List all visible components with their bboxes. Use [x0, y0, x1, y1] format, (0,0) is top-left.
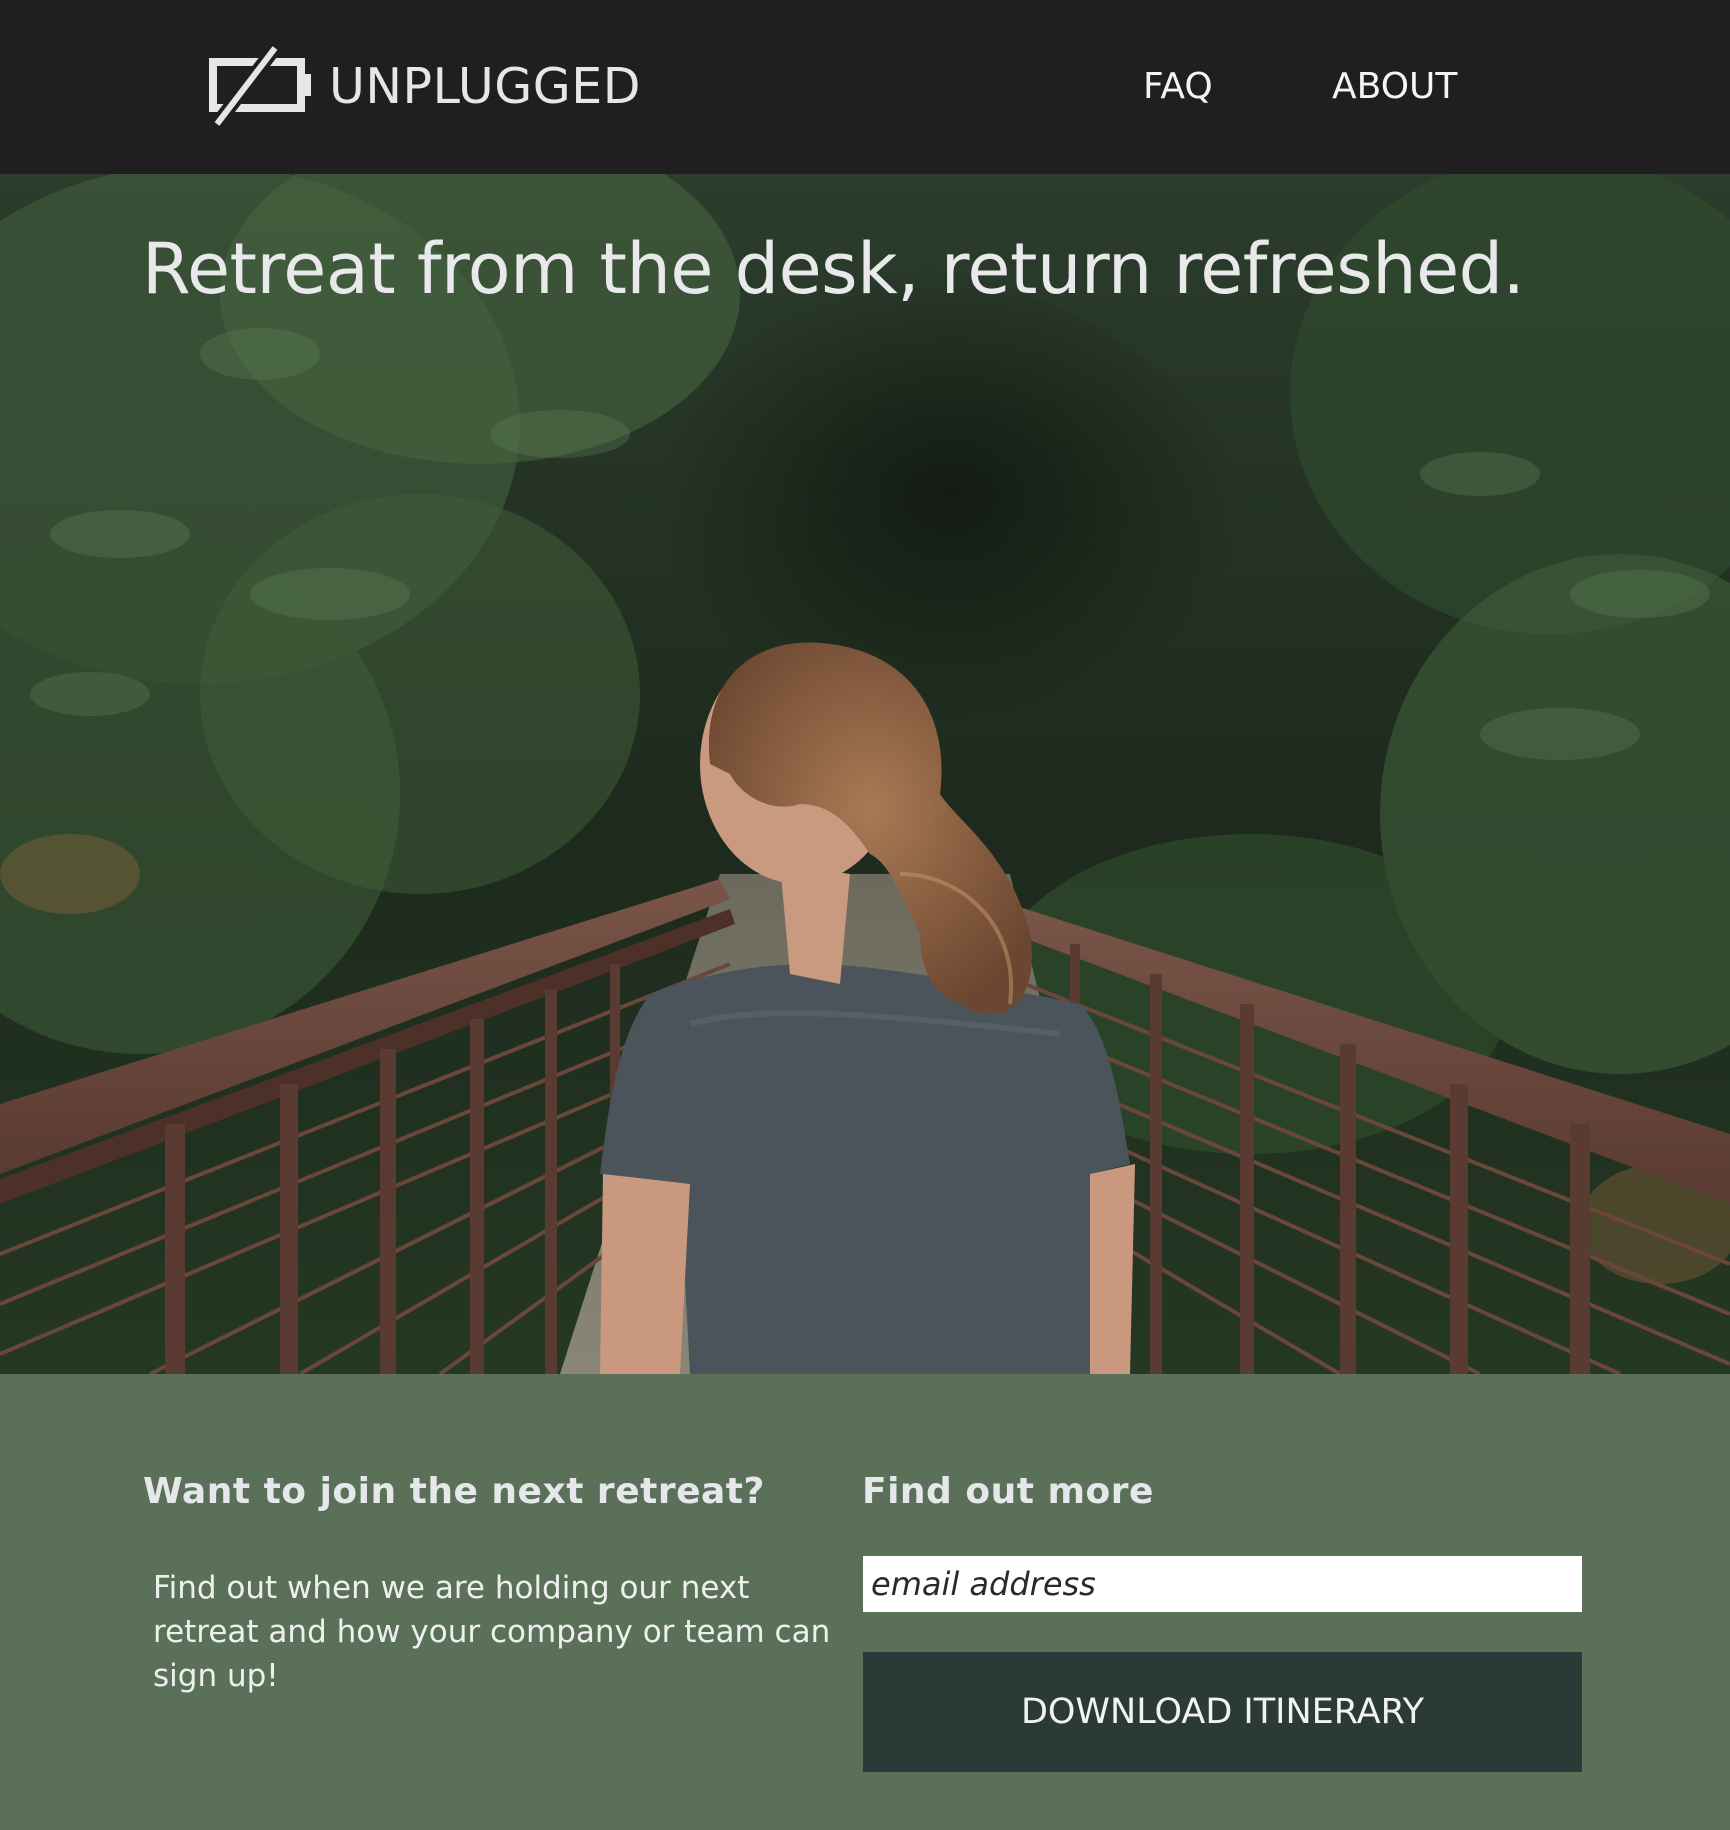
join-heading: Want to join the next retreat? — [143, 1471, 765, 1512]
nav-link-about[interactable]: ABOUT — [1332, 66, 1457, 108]
hero-title: Retreat from the desk, return refreshed. — [142, 228, 1525, 310]
hero-section: Retreat from the desk, return refreshed. — [0, 174, 1730, 1374]
signup-section: Want to join the next retreat? Find out … — [0, 1374, 1730, 1830]
join-description: Find out when we are holding our next re… — [153, 1570, 831, 1694]
download-itinerary-button[interactable]: DOWNLOAD ITINERARY — [863, 1652, 1582, 1772]
site-header: UNPLUGGED FAQ ABOUT — [0, 0, 1730, 174]
logo-text: UNPLUGGED — [329, 57, 641, 115]
logo[interactable]: UNPLUGGED — [209, 44, 641, 128]
nav-link-faq[interactable]: FAQ — [1143, 66, 1213, 108]
find-out-more-heading: Find out more — [862, 1471, 1154, 1512]
email-input[interactable] — [863, 1556, 1582, 1612]
unplugged-battery-icon — [209, 44, 311, 128]
hero-photo-forest-bridge — [0, 174, 1730, 1374]
